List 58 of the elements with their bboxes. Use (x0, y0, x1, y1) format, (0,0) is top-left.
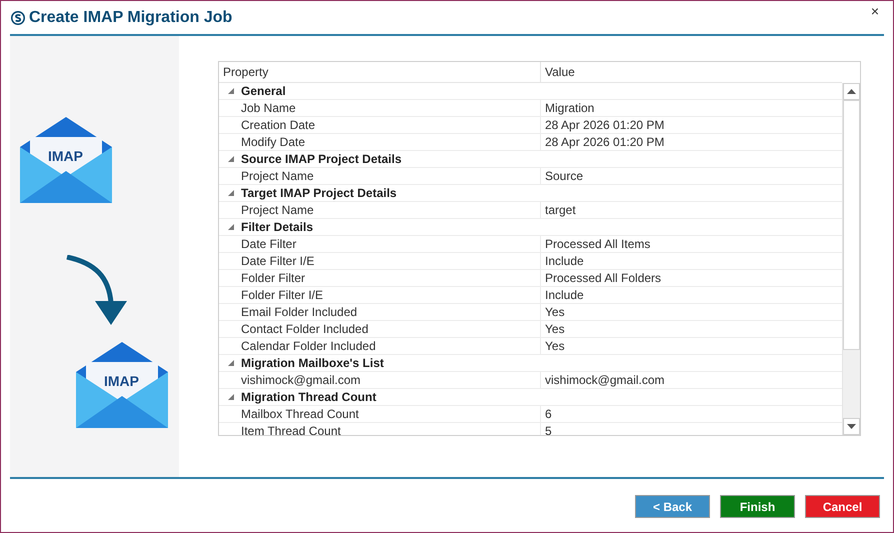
property-cell: Item Thread Count (219, 423, 541, 435)
property-cell: Contact Folder Included (219, 321, 541, 337)
property-cell: Date Filter I/E (219, 253, 541, 269)
scroll-down-button[interactable] (843, 418, 860, 435)
group-title: Target IMAP Project Details (241, 185, 397, 202)
property-cell: Project Name (219, 202, 541, 218)
property-cell: Calendar Folder Included (219, 338, 541, 354)
property-cell: Modify Date (219, 134, 541, 150)
property-cell: Mailbox Thread Count (219, 406, 541, 422)
group-title: Migration Mailboxe's List (241, 355, 384, 372)
down-arrow-icon (847, 424, 856, 429)
imap-label: IMAP (104, 372, 139, 391)
collapse-triangle-icon[interactable] (228, 88, 234, 94)
cancel-button[interactable]: Cancel (805, 495, 880, 518)
value-cell-text: Include (544, 287, 585, 303)
value-cell-text: 28 Apr 2026 01:20 PM (544, 134, 666, 150)
property-cell: Date Filter (219, 236, 541, 252)
property-cell: Email Folder Included (219, 304, 541, 320)
value-cell-text: Source (544, 168, 584, 184)
property-cell: vishimock@gmail.com (219, 372, 541, 388)
value-cell-text: Migration (544, 100, 596, 116)
property-cell: Job Name (219, 100, 541, 116)
collapse-triangle-icon[interactable] (228, 190, 234, 196)
group-title: Migration Thread Count (241, 389, 376, 406)
property-cell: Folder Filter (219, 270, 541, 286)
scroll-up-button[interactable] (843, 83, 860, 100)
up-arrow-icon (847, 89, 856, 94)
value-cell-text: Yes (544, 304, 566, 320)
property-cell: Folder Filter I/E (219, 287, 541, 303)
collapse-triangle-icon[interactable] (228, 360, 234, 366)
value-cell-text: 28 Apr 2026 01:20 PM (544, 117, 666, 133)
collapse-triangle-icon[interactable] (228, 394, 234, 400)
group-title: General (241, 83, 286, 100)
value-cell-text: 6 (544, 406, 553, 422)
value-cell-text: Processed All Folders (544, 270, 662, 286)
collapse-triangle-icon[interactable] (228, 224, 234, 230)
column-header[interactable]: Value (541, 62, 842, 82)
column-header[interactable]: Property (219, 62, 541, 82)
property-cell: Creation Date (219, 117, 541, 133)
group-title: Filter Details (241, 219, 314, 236)
window-title: Create IMAP Migration Job (29, 8, 232, 28)
finish-button[interactable]: Finish (720, 495, 795, 518)
value-cell-text: Yes (544, 338, 566, 354)
logo-icon (11, 10, 25, 24)
value-cell-text: vishimock@gmail.com (544, 372, 666, 388)
imap-label: IMAP (48, 147, 83, 166)
value-cell-text: target (544, 202, 577, 218)
curved-arrow-icon (65, 255, 129, 327)
value-cell-text: Yes (544, 321, 566, 337)
back-button[interactable]: < Back (635, 495, 710, 518)
scrollbar-thumb[interactable] (843, 100, 860, 350)
value-cell-text: Include (544, 253, 585, 269)
value-cell-text: 5 (544, 423, 553, 435)
property-cell: Project Name (219, 168, 541, 184)
collapse-triangle-icon[interactable] (228, 156, 234, 162)
value-cell-text: Processed All Items (544, 236, 652, 252)
group-title: Source IMAP Project Details (241, 151, 402, 168)
close-button[interactable]: × (870, 4, 879, 18)
